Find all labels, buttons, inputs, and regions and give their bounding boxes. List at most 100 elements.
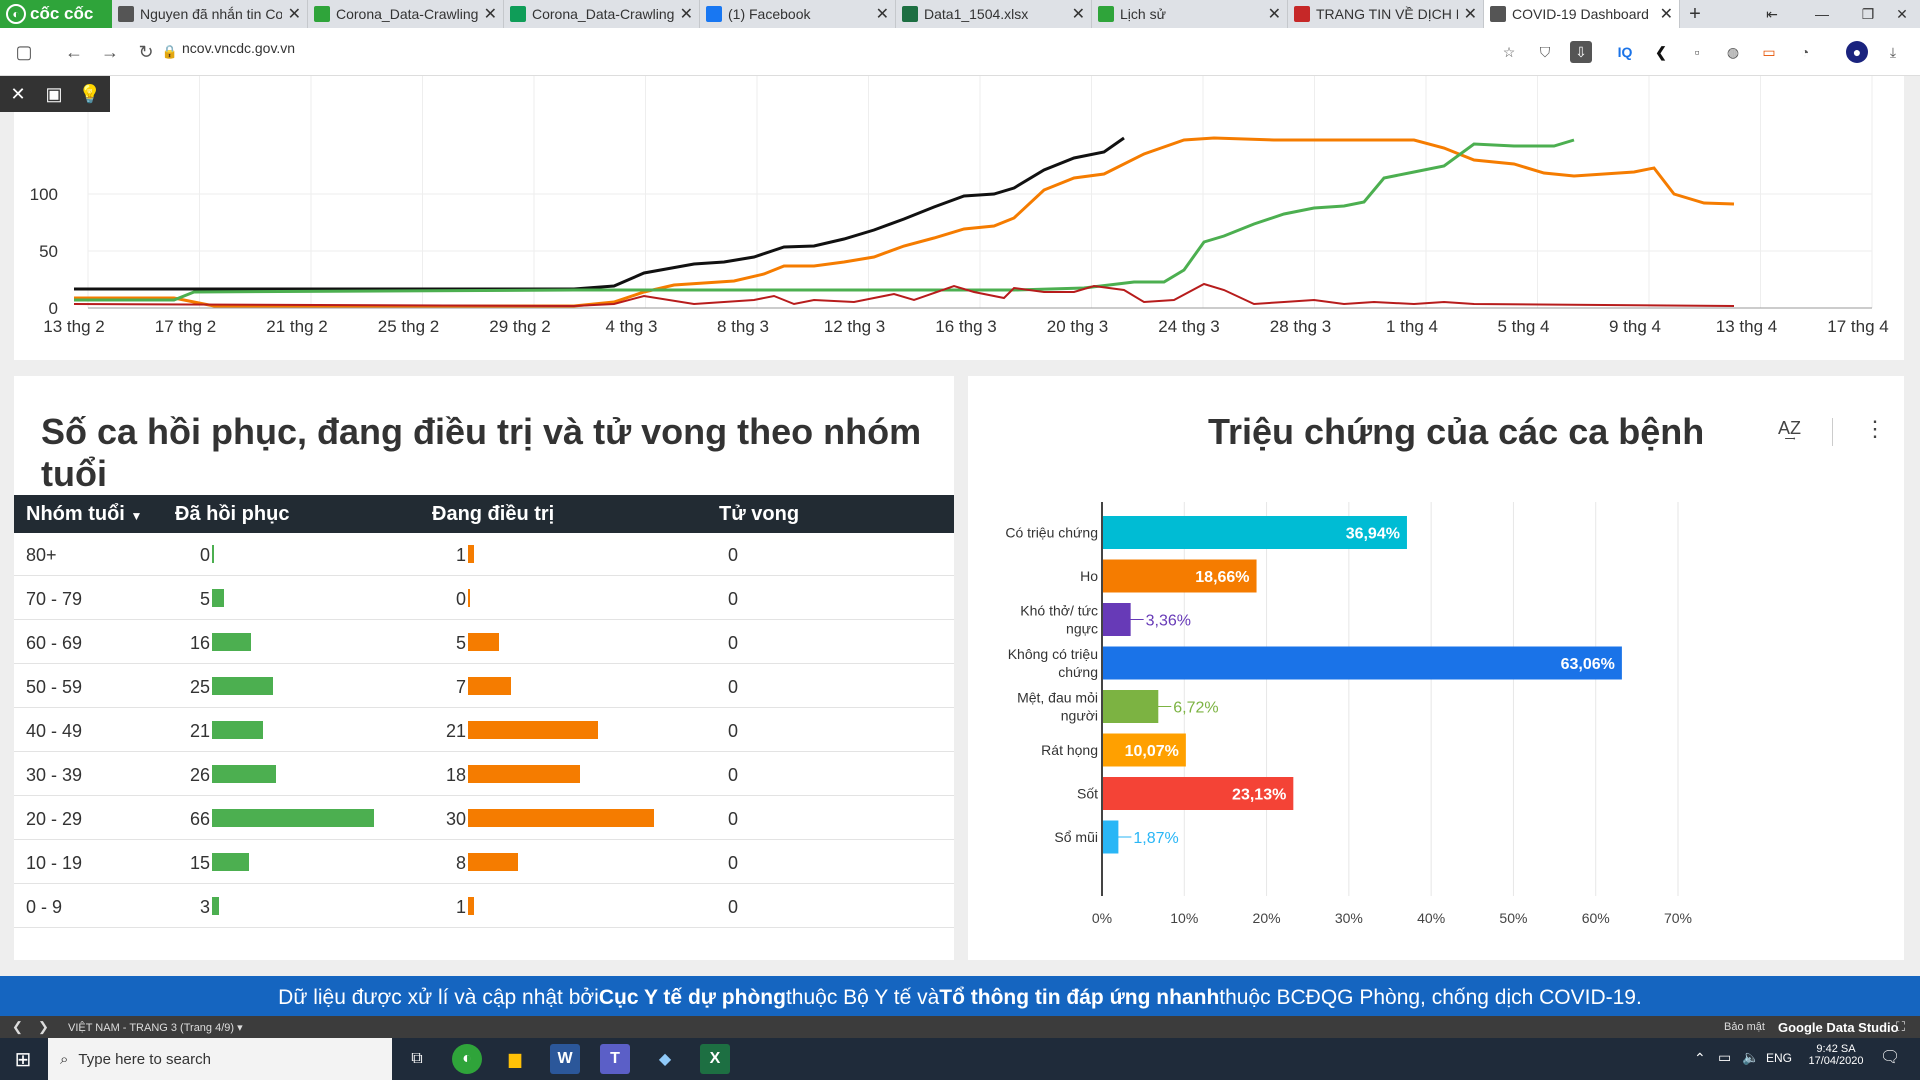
tray-chevron-icon[interactable]: ⌃ (1694, 1050, 1706, 1067)
browser-tab[interactable]: (1) Facebook ✕ (700, 0, 896, 28)
clock[interactable]: 9:42 SA 17/04/2020 (1800, 1043, 1872, 1067)
close-tab-icon[interactable]: ✕ (288, 4, 301, 24)
windows-start-icon[interactable]: ⊞ (8, 1044, 38, 1074)
app-icon[interactable]: ◆ (650, 1044, 680, 1074)
extension-icon[interactable]: ▫ (1686, 41, 1708, 63)
data-studio-link[interactable]: Google Data Studio (1778, 1020, 1899, 1035)
tab-title: Data1_1504.xlsx (924, 6, 1029, 22)
back-icon[interactable]: ← (62, 40, 86, 64)
header-treating[interactable]: Đang điều trị (432, 503, 554, 526)
page-selector[interactable]: VIỆT NAM - TRANG 3 (Trang 4/9) ▾ (68, 1021, 243, 1034)
close-icon[interactable]: ✕ (0, 76, 36, 112)
header-recovered[interactable]: Đã hồi phục (175, 503, 289, 526)
shield-icon[interactable]: ⛉ (1534, 41, 1556, 63)
download-icon[interactable]: ⇩ (1570, 41, 1592, 63)
browser-tab[interactable]: Nguyen đã nhắn tin Co ✕ (112, 0, 308, 28)
next-page-icon[interactable]: ❯ (38, 1019, 49, 1035)
language-indicator[interactable]: ENG (1766, 1051, 1792, 1065)
tab-title: TRANG TIN VỀ DỊCH B (1316, 6, 1458, 22)
symptom-bar[interactable] (1103, 690, 1159, 723)
volume-icon[interactable]: 🔈 (1742, 1049, 1759, 1066)
browser-tab[interactable]: Data1_1504.xlsx ✕ (896, 0, 1092, 28)
close-tab-icon[interactable]: ✕ (1464, 4, 1477, 24)
word-icon[interactable]: W (550, 1044, 580, 1074)
symptom-bar[interactable] (1103, 646, 1622, 680)
sort-down-icon[interactable]: ▼ (130, 509, 142, 523)
table-row[interactable]: 30 - 39 26 18 0 (14, 753, 954, 796)
task-view-icon[interactable]: ⧉ (402, 1044, 432, 1074)
browser-tab[interactable]: Corona_Data-Crawling ✕ (504, 0, 700, 28)
header-deaths[interactable]: Tử vong (719, 503, 799, 526)
symptom-bar[interactable] (1103, 603, 1131, 636)
symptom-bar[interactable] (1103, 820, 1119, 854)
table-row[interactable]: 10 - 19 15 8 0 (14, 841, 954, 884)
teams-icon[interactable]: T (600, 1044, 630, 1074)
x-tick-label: 17 thg 4 (1827, 317, 1888, 336)
table-row[interactable]: 60 - 69 16 5 0 (14, 621, 954, 664)
network-icon[interactable]: ▭ (1718, 1049, 1731, 1066)
table-row[interactable]: 80+ 0 1 0 (14, 533, 954, 576)
prev-page-icon[interactable]: ❮ (12, 1019, 23, 1035)
bookmark-star-icon[interactable]: ☆ (1498, 41, 1520, 63)
table-row[interactable]: 20 - 29 66 30 0 (14, 797, 954, 840)
treating-cell: 1 (455, 897, 466, 917)
table-row[interactable]: 50 - 59 25 7 0 (14, 665, 954, 708)
recovered-bar (212, 633, 252, 651)
browser-logo[interactable]: ◐ cốc cốc (0, 0, 112, 28)
table-row[interactable]: 40 - 49 21 21 0 (14, 709, 954, 752)
excel-icon[interactable]: X (700, 1044, 730, 1074)
sidebar-toggle-icon[interactable]: ▢ (12, 40, 36, 64)
close-tab-icon[interactable]: ✕ (484, 4, 497, 24)
coccoc-taskbar-icon[interactable]: ◐ (452, 1044, 482, 1074)
x-tick-label: 4 thg 3 (606, 317, 658, 336)
data-label: 3,36% (1146, 613, 1191, 630)
privacy-link[interactable]: Bảo mật (1724, 1021, 1765, 1033)
download-arrow-icon[interactable]: ⤓ (1882, 41, 1904, 63)
extension-icon[interactable]: ◔ (1794, 41, 1816, 63)
treating-cell: 0 (455, 589, 466, 609)
url-field[interactable]: ncov.vncdc.gov.vn (182, 40, 295, 56)
reload-icon[interactable]: ↻ (134, 40, 158, 64)
table-row[interactable]: 0 - 9 3 1 0 (14, 885, 954, 928)
tab-title: Corona_Data-Crawling (336, 6, 478, 22)
deaths-cell: 0 (728, 677, 739, 697)
x-tick-label: 24 thg 3 (1158, 317, 1219, 336)
close-tab-icon[interactable]: ✕ (680, 4, 693, 24)
category-label: Không có triệu (1008, 646, 1098, 662)
tab-search-icon[interactable]: ⇤ (1750, 0, 1794, 28)
extension-icon[interactable]: ▭ (1758, 41, 1780, 63)
browser-tab[interactable]: Corona_Data-Crawling ✕ (308, 0, 504, 28)
data-label: 6,72% (1173, 700, 1218, 717)
browser-tab[interactable]: COVID-19 Dashboard ✕ (1484, 0, 1680, 28)
tab-title: (1) Facebook (728, 6, 811, 22)
age-group-cell: 20 - 29 (26, 809, 83, 829)
close-tab-icon[interactable]: ✕ (1268, 4, 1281, 24)
chevron-left-icon[interactable]: ❮ (1650, 41, 1672, 63)
window-icon[interactable]: ▣ (36, 76, 72, 112)
header-group[interactable]: Nhóm tuổi ▼ (26, 503, 142, 526)
close-window-button[interactable]: ✕ (1880, 0, 1920, 28)
new-tab-button[interactable]: + (1680, 0, 1710, 28)
report-toolbox: ✕ ▣ 💡 (0, 76, 110, 112)
close-tab-icon[interactable]: ✕ (876, 4, 889, 24)
deaths-cell: 0 (728, 765, 739, 785)
notification-icon[interactable]: 🗨 (1880, 1047, 1900, 1067)
profile-avatar[interactable]: ● (1846, 41, 1868, 63)
browser-tab[interactable]: Lịch sử ✕ (1092, 0, 1288, 28)
browser-tab[interactable]: TRANG TIN VỀ DỊCH B ✕ (1288, 0, 1484, 28)
minimize-button[interactable]: — (1800, 0, 1844, 28)
x-tick-label: 25 thg 2 (378, 317, 439, 336)
forward-icon[interactable]: → (98, 40, 122, 64)
deaths-cell: 0 (728, 589, 739, 609)
close-tab-icon[interactable]: ✕ (1072, 4, 1085, 24)
fullscreen-icon[interactable]: ⛶ (1896, 1019, 1905, 1035)
treating-bar (468, 545, 475, 563)
taskbar-search[interactable]: ⌕ Type here to search (48, 1038, 392, 1080)
lock-icon[interactable]: 🔒 (158, 40, 182, 64)
extension-icon[interactable]: ◍ (1722, 41, 1744, 63)
lightbulb-icon[interactable]: 💡 (72, 76, 108, 112)
file-explorer-icon[interactable]: ▆ (500, 1044, 530, 1074)
table-row[interactable]: 70 - 79 5 0 0 (14, 577, 954, 620)
close-tab-icon[interactable]: ✕ (1660, 4, 1673, 24)
iq-extension-icon[interactable]: IQ (1614, 41, 1636, 63)
